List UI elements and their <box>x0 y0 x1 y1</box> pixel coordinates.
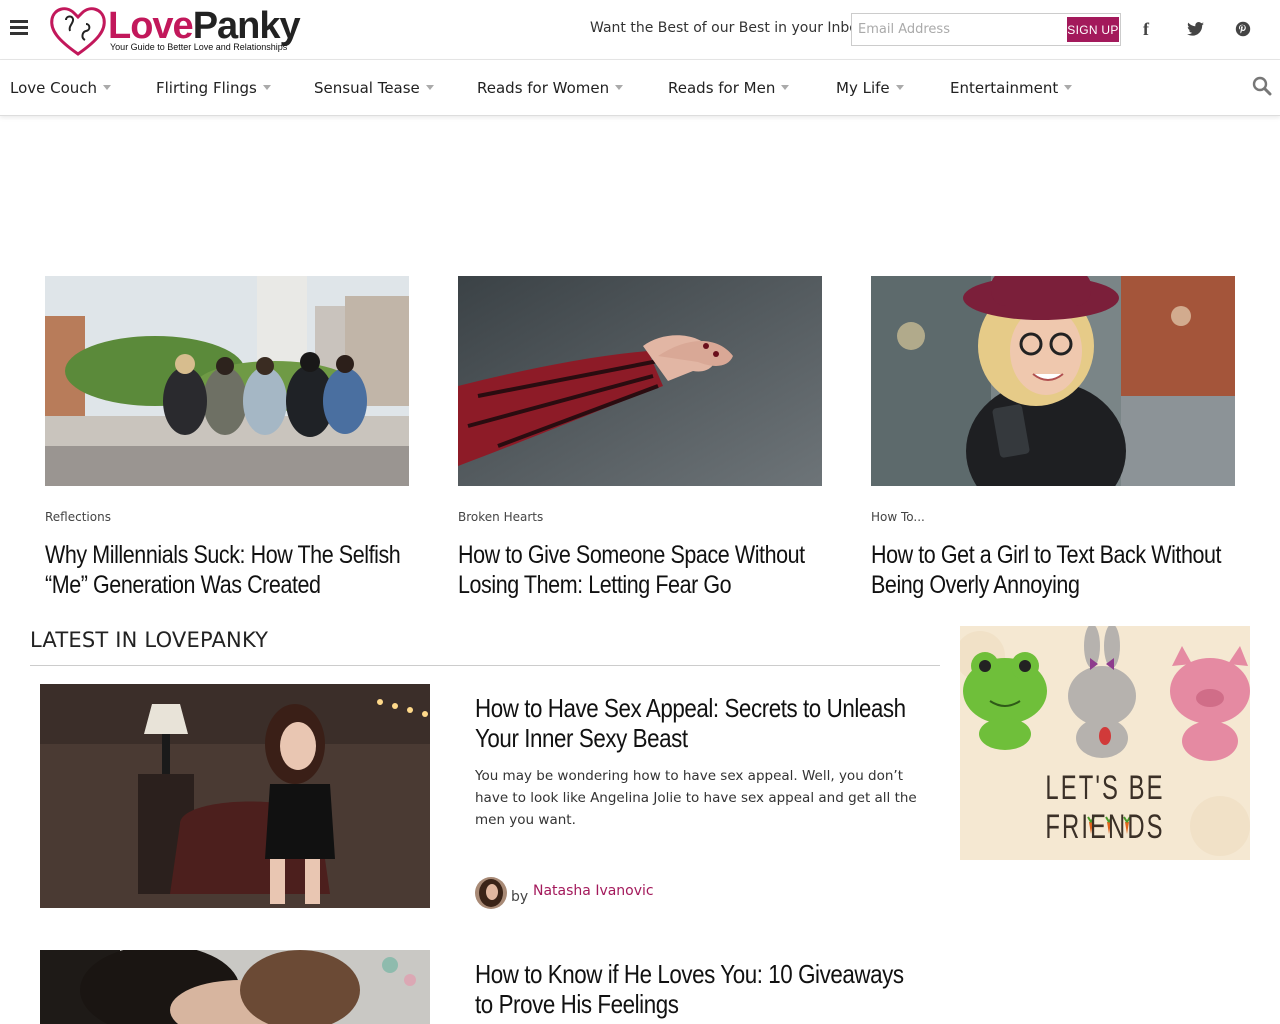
hamburger-menu-icon[interactable] <box>10 20 28 36</box>
featured-image-holding-hands[interactable] <box>458 276 822 486</box>
nav-item-sensual-tease[interactable]: Sensual Tease <box>314 79 434 97</box>
email-input[interactable] <box>852 14 1062 45</box>
nav-item-entertainment[interactable]: Entertainment <box>950 79 1073 97</box>
featured-title[interactable]: Why Millennials Suck: How The Selfish “M… <box>45 540 409 600</box>
facebook-icon[interactable]: f <box>1135 18 1157 40</box>
featured-title[interactable]: How to Give Someone Space Without Losing… <box>458 540 822 600</box>
newsletter-form: SIGN UP <box>851 13 1121 46</box>
nav-item-reads-for-women[interactable]: Reads for Women <box>477 79 624 97</box>
main-nav: Love Couch Flirting Flings Sensual Tease… <box>0 60 1280 116</box>
caret-down-icon <box>615 85 624 90</box>
author-prefix: by <box>511 889 529 905</box>
featured-image-friends-rooftop[interactable] <box>45 276 409 486</box>
featured-image-girl-texting[interactable] <box>871 276 1235 486</box>
nav-item-flirting-flings[interactable]: Flirting Flings <box>156 79 271 97</box>
caret-down-icon <box>895 85 904 90</box>
section-heading: LATEST IN LOVEPANKY <box>30 628 269 652</box>
heart-logo-icon <box>50 7 106 56</box>
post-image-sexy-woman[interactable] <box>40 684 430 908</box>
nav-item-reads-for-men[interactable]: Reads for Men <box>668 79 790 97</box>
caret-down-icon <box>1064 85 1073 90</box>
caret-down-icon <box>103 85 112 90</box>
author-avatar[interactable] <box>475 877 507 909</box>
featured-category[interactable]: Reflections <box>45 510 111 524</box>
post-image-couple[interactable] <box>40 950 430 1024</box>
ad-banner[interactable]: LET'S BE FRIENDS <box>960 626 1250 860</box>
logo-wordmark: LovePanky <box>108 5 301 47</box>
nav-item-my-life[interactable]: My Life <box>836 79 904 97</box>
featured-card[interactable]: How To... How to Get a Girl to Text Back… <box>871 276 1235 599</box>
site-logo[interactable]: LovePanky Your Guide to Better Love and … <box>48 4 318 56</box>
featured-card[interactable]: Reflections Why Millennials Suck: How Th… <box>45 276 409 599</box>
nav-item-love-couch[interactable]: Love Couch <box>10 79 112 97</box>
ad-text: LET'S BE FRIENDS <box>1045 769 1165 846</box>
featured-category[interactable]: How To... <box>871 510 925 524</box>
logo-tagline: Your Guide to Better Love and Relationsh… <box>110 42 288 52</box>
post-excerpt: You may be wondering how to have sex app… <box>475 768 917 828</box>
post-title[interactable]: How to Know if He Loves You: 10 Giveaway… <box>475 959 922 1019</box>
featured-category[interactable]: Broken Hearts <box>458 510 543 524</box>
author-link[interactable]: Natasha Ivanovic <box>533 883 654 899</box>
search-icon[interactable] <box>1252 76 1272 96</box>
featured-card[interactable]: Broken Hearts How to Give Someone Space … <box>458 276 822 599</box>
featured-title[interactable]: How to Get a Girl to Text Back Without B… <box>871 540 1235 600</box>
caret-down-icon <box>262 85 271 90</box>
pinterest-icon[interactable] <box>1232 18 1254 40</box>
newsletter-prompt: Want the Best of our Best in your Inbox? <box>590 20 874 36</box>
caret-down-icon <box>781 85 790 90</box>
signup-button[interactable]: SIGN UP <box>1067 17 1119 42</box>
divider <box>30 665 940 666</box>
twitter-icon[interactable] <box>1184 18 1206 40</box>
post-title[interactable]: How to Have Sex Appeal: Secrets to Unlea… <box>475 693 922 753</box>
top-bar: LovePanky Your Guide to Better Love and … <box>0 0 1280 60</box>
caret-down-icon <box>425 85 434 90</box>
